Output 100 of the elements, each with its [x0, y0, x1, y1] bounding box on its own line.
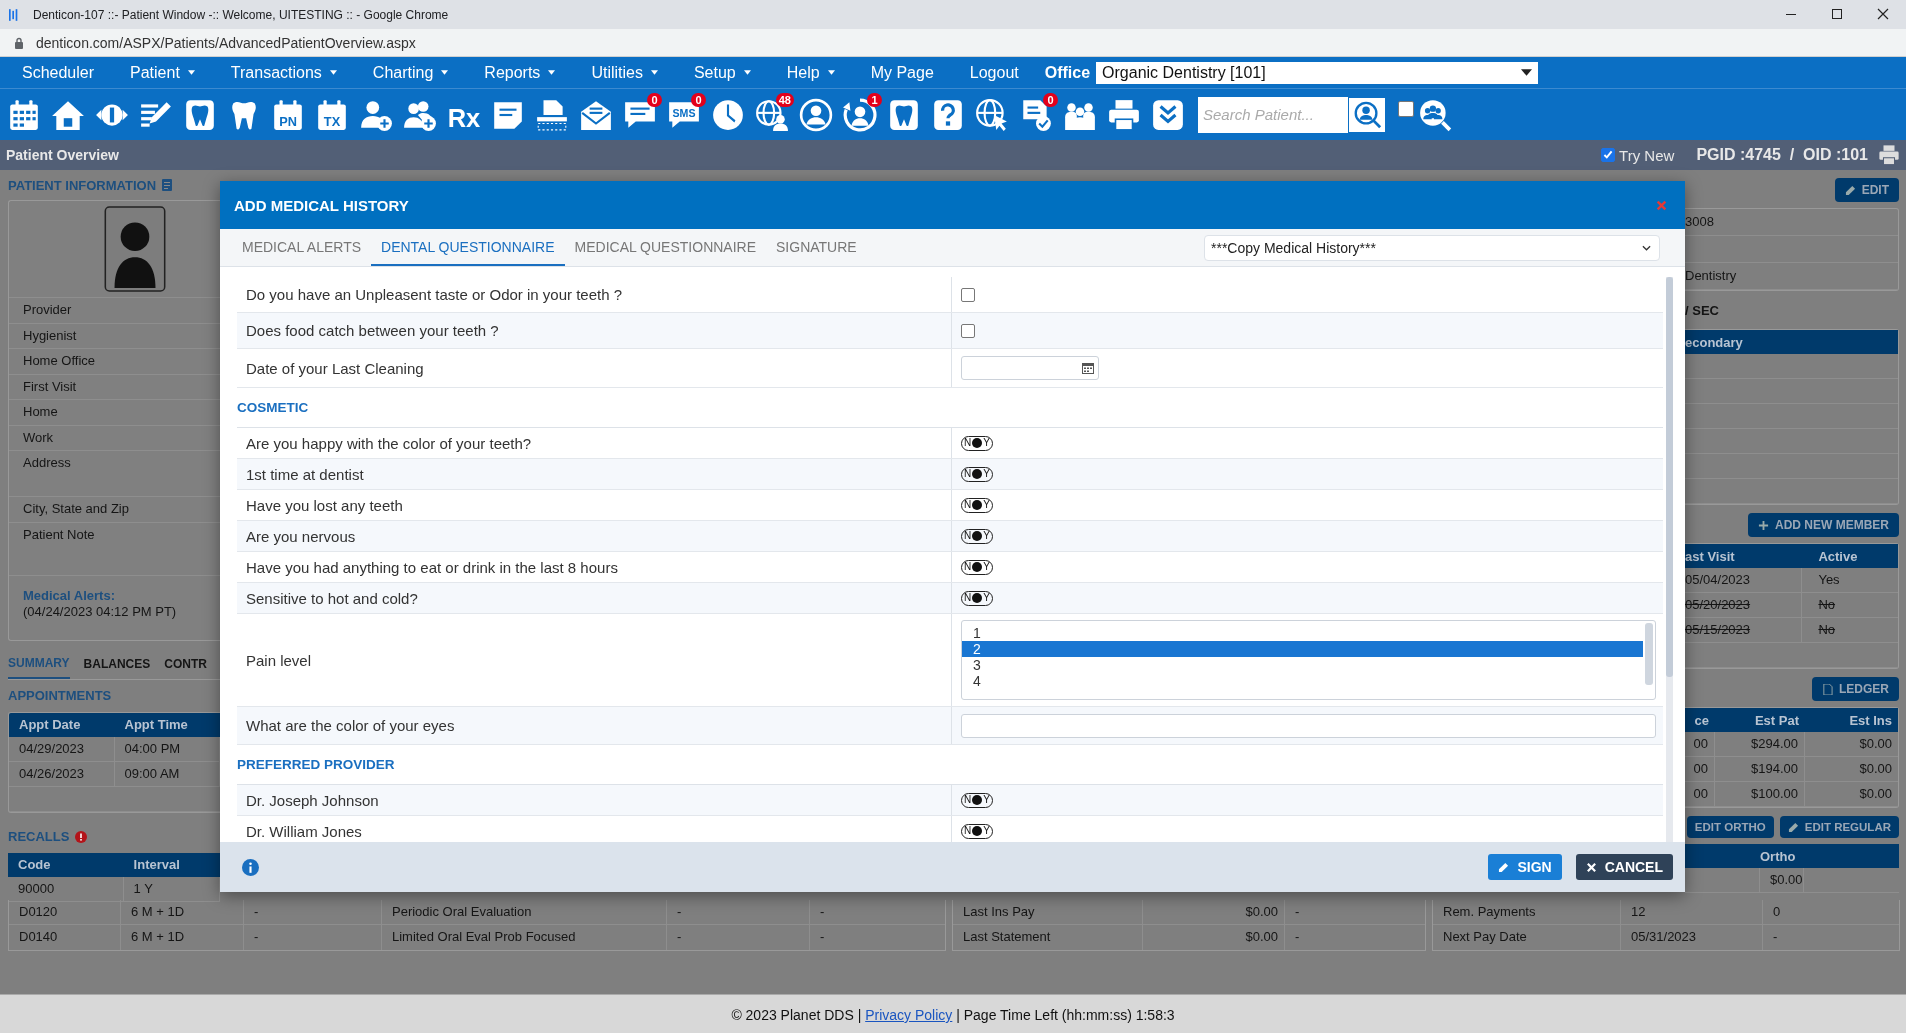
- count-badge: 48: [775, 92, 794, 107]
- dialog-tab[interactable]: MEDICAL QUESTIONNAIRE: [564, 229, 767, 266]
- document-icon[interactable]: [162, 179, 173, 191]
- table-cell: Periodic Oral Evaluation: [382, 900, 667, 924]
- ledger-button[interactable]: LEDGER: [1812, 677, 1899, 701]
- table-cell-text: No: [1817, 596, 1837, 614]
- copy-history-select[interactable]: ***Copy Medical History***: [1204, 234, 1660, 261]
- question-label: Are you happy with the color of your teeth?: [246, 434, 532, 452]
- question-label: 1st time at dentist: [246, 465, 364, 483]
- table-cell: $0.00: [1143, 925, 1285, 950]
- caret-icon: [329, 70, 337, 75]
- yes-no-toggle[interactable]: N Y: [961, 559, 993, 575]
- table-cell-text: $0.00: [1858, 760, 1893, 778]
- sign-button[interactable]: SIGN: [1488, 854, 1562, 880]
- close-icon[interactable]: [1877, 8, 1889, 20]
- yes-no-toggle[interactable]: N Y: [961, 823, 993, 839]
- dialog-title: ADD MEDICAL HISTORY: [234, 196, 409, 214]
- printer-icon[interactable]: [1107, 97, 1141, 132]
- table-cell: 05/31/2023: [1621, 925, 1763, 950]
- table-cell-text: No: [1817, 621, 1837, 639]
- yes-no-toggle[interactable]: N Y: [961, 590, 993, 606]
- caret-icon: [827, 70, 835, 75]
- dialog-tab[interactable]: MEDICAL ALERTS: [232, 229, 372, 266]
- text-field[interactable]: [961, 713, 1656, 738]
- menu-item[interactable]: Help: [768, 63, 853, 82]
- alert-icon: [75, 830, 88, 843]
- list-option[interactable]: 1: [962, 625, 1643, 641]
- tooth-icon[interactable]: [887, 97, 921, 132]
- table-cell: $100.00: [1715, 782, 1805, 806]
- calendar-icon[interactable]: [7, 97, 41, 132]
- checkbox[interactable]: [1398, 100, 1414, 117]
- checkbox[interactable]: [1601, 148, 1616, 162]
- user-circle-icon[interactable]: [799, 97, 833, 132]
- cancel-button[interactable]: CANCEL: [1575, 854, 1673, 880]
- scrollbar[interactable]: [1666, 277, 1673, 842]
- summary-tab[interactable]: CONTR: [164, 649, 207, 678]
- prescription-icon[interactable]: Rx: [447, 97, 481, 132]
- dialog-tab[interactable]: DENTAL QUESTIONNAIRE: [371, 229, 565, 266]
- office-select[interactable]: Organic Dentistry [101]: [1096, 61, 1539, 84]
- caret-icon: [650, 70, 658, 75]
- globe-cursor-icon[interactable]: [975, 97, 1009, 132]
- menu-item[interactable]: Transactions: [212, 63, 355, 82]
- caret-icon: [1521, 69, 1533, 76]
- double-chevron-icon[interactable]: [1151, 97, 1185, 132]
- table-cell: 90000: [8, 876, 124, 901]
- edit-plan-button[interactable]: EDIT ORTHO: [1686, 816, 1774, 838]
- medical-alerts-date: (04/24/2023 04:12 PM PT): [23, 603, 178, 620]
- plus-icon: [1758, 519, 1769, 531]
- menu-item[interactable]: Scheduler: [4, 63, 113, 82]
- pencil-icon: [1844, 184, 1856, 196]
- menu-item[interactable]: Setup: [675, 63, 769, 82]
- edit-plan-button[interactable]: EDIT REGULAR: [1779, 816, 1899, 838]
- address-bar-url[interactable]: denticon.com/ASPX/Patients/AdvancedPatientOverview.aspx: [36, 34, 416, 51]
- close-icon: [1585, 861, 1597, 873]
- menu-item[interactable]: Reports: [466, 63, 574, 82]
- dialog-tab[interactable]: SIGNATURE: [766, 229, 867, 266]
- section-title: APPOINTMENTS: [8, 686, 113, 705]
- menu-item[interactable]: Charting: [354, 63, 467, 82]
- list-option[interactable]: 3: [962, 657, 1643, 673]
- scanner-icon[interactable]: [535, 97, 569, 132]
- maximize-icon[interactable]: [1831, 8, 1843, 20]
- privacy-policy-link[interactable]: Privacy Policy: [865, 1007, 953, 1023]
- globe-person-icon[interactable]: [755, 97, 789, 132]
- clock-icon[interactable]: [711, 97, 745, 132]
- group-search-icon[interactable]: [1418, 97, 1452, 132]
- edit-button[interactable]: EDIT: [1834, 178, 1899, 202]
- summary-tab[interactable]: BALANCES: [83, 649, 151, 678]
- calendar-icon[interactable]: [1082, 362, 1094, 374]
- yes-no-toggle[interactable]: N Y: [961, 466, 993, 482]
- table-cell: -: [667, 925, 810, 950]
- yes-no-toggle[interactable]: N Y: [961, 435, 993, 451]
- menu-item[interactable]: My Page: [852, 63, 952, 82]
- table-cell: $0.00: [1143, 900, 1285, 924]
- menu-item[interactable]: Patient: [112, 63, 213, 82]
- checkbox[interactable]: [961, 287, 975, 302]
- tooth-icon[interactable]: [183, 97, 217, 132]
- app-logo-icon: [9, 7, 19, 22]
- list-option[interactable]: 2: [962, 641, 1643, 657]
- yes-no-toggle[interactable]: N Y: [961, 497, 993, 513]
- yes-no-toggle[interactable]: N Y: [961, 792, 993, 808]
- checkbox[interactable]: [961, 323, 975, 338]
- yes-no-toggle[interactable]: N Y: [961, 528, 993, 544]
- table-cell: Next Pay Date: [1433, 925, 1621, 950]
- search-field[interactable]: Search Patient...: [1198, 96, 1348, 133]
- column-header: Est Ins: [1848, 712, 1893, 728]
- window-title: Denticon-107 ::- Patient Window -:: Welcome, UITESTING :: - Google Chrome: [33, 7, 450, 22]
- list-option[interactable]: 4: [962, 673, 1643, 689]
- question-label: Dr. William Jones: [246, 822, 362, 840]
- info-icon[interactable]: [242, 858, 259, 876]
- date-field[interactable]: [961, 356, 1099, 380]
- person-refresh-icon[interactable]: [843, 97, 877, 132]
- patient-search-button[interactable]: [1348, 96, 1386, 133]
- table-cell-text: -: [1772, 928, 1779, 946]
- help-icon[interactable]: [931, 97, 965, 132]
- menu-item[interactable]: Logout: [951, 63, 1037, 82]
- page-title: Patient Overview: [6, 147, 119, 163]
- menu-item[interactable]: Utilities: [573, 63, 676, 82]
- add-member-button[interactable]: ADD NEW MEMBER: [1748, 513, 1899, 537]
- printer-icon[interactable]: [1878, 144, 1900, 166]
- scrollbar[interactable]: [1645, 623, 1653, 685]
